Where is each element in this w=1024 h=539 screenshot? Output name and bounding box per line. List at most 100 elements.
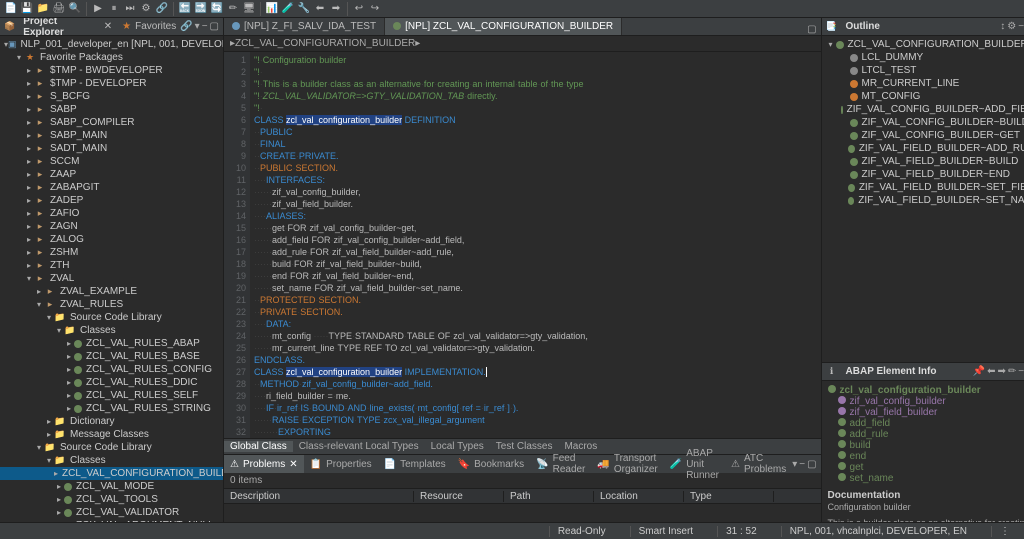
favorite-packages[interactable]: ▾★Favorite Packages xyxy=(0,51,223,64)
class-tab-global-class[interactable]: Global Class xyxy=(224,441,293,452)
package-SADT_MAIN[interactable]: ▸▸SADT_MAIN xyxy=(0,142,223,155)
package-S_BCFG[interactable]: ▸▸S_BCFG xyxy=(0,90,223,103)
project-tree[interactable]: ▾▣NLP_001_developer_en [NPL, 001, DEVELO… xyxy=(0,36,223,522)
package-ZSHM[interactable]: ▸▸ZSHM xyxy=(0,246,223,259)
problems-col-description[interactable]: Description xyxy=(224,491,414,502)
filter-icon[interactable]: ⚙ xyxy=(1007,21,1016,32)
bottom-tab-templates[interactable]: 📄Templates xyxy=(378,455,452,473)
toolbar-button-4[interactable]: 🔍 xyxy=(68,2,82,16)
class-ZCL_VAL_TOOLS[interactable]: ▸ZCL_VAL_TOOLS xyxy=(0,493,223,506)
class-tab-class-relevant-local-types[interactable]: Class-relevant Local Types xyxy=(293,441,425,452)
problems-col-type[interactable]: Type xyxy=(684,491,774,502)
toolbar-button-12[interactable]: 🔄 xyxy=(210,2,224,16)
class-ZCL_VAL_RULES_ABAP[interactable]: ▸ZCL_VAL_RULES_ABAP xyxy=(0,337,223,350)
package-ZABAPGIT[interactable]: ▸▸ZABAPGIT xyxy=(0,181,223,194)
toolbar-button-16[interactable]: 🧪 xyxy=(281,2,295,16)
outline-item-ZIF_VAL_FIELD_BUILDER~SET_FIELD[interactable]: ZIF_VAL_FIELD_BUILDER~SET_FIELD xyxy=(822,181,1024,194)
close-icon[interactable]: ✕ xyxy=(104,21,112,32)
toolbar-button-20[interactable]: ↩ xyxy=(352,2,366,16)
package-$TMP - BWDEVELOPER[interactable]: ▸▸$TMP - BWDEVELOPER xyxy=(0,64,223,77)
favorites-tab[interactable]: Favorites xyxy=(135,21,176,32)
maximize-icon[interactable]: ▢ xyxy=(807,459,816,470)
toolbar-button-5[interactable]: ▶ xyxy=(91,2,105,16)
message-classes-folder[interactable]: ▸📁Message Classes xyxy=(0,428,223,441)
package-ZAGN[interactable]: ▸▸ZAGN xyxy=(0,220,223,233)
package-ZVAL_EXAMPLE[interactable]: ▸▸ZVAL_EXAMPLE xyxy=(0,285,223,298)
bottom-tab-feed-reader[interactable]: 📡Feed Reader xyxy=(530,455,591,473)
toolbar-button-18[interactable]: ⬅ xyxy=(313,2,327,16)
forward-icon[interactable]: ➡ xyxy=(997,366,1005,377)
editor-tab-1[interactable]: [NPL] Z_FI_SALV_IDA_TEST xyxy=(224,18,385,35)
toolbar-button-17[interactable]: 🔧 xyxy=(297,2,311,16)
outline-item-ZIF_VAL_FIELD_BUILDER~ADD_RULE[interactable]: ZIF_VAL_FIELD_BUILDER~ADD_RULE xyxy=(822,142,1024,155)
minimize-icon[interactable]: − xyxy=(1018,21,1024,32)
toolbar-button-6[interactable]: ⏸ xyxy=(107,2,121,16)
package-ZAAP[interactable]: ▸▸ZAAP xyxy=(0,168,223,181)
dictionary-folder[interactable]: ▸📁Dictionary xyxy=(0,415,223,428)
minimize-icon[interactable]: − xyxy=(202,21,208,32)
outline-item-ZIF_VAL_CONFIG_BUILDER~GET[interactable]: ZIF_VAL_CONFIG_BUILDER~GET xyxy=(822,129,1024,142)
class-tab-macros[interactable]: Macros xyxy=(558,441,603,452)
back-icon[interactable]: ⬅ xyxy=(987,366,995,377)
bottom-tab-abap-unit-runner[interactable]: 🧪ABAP Unit Runner xyxy=(664,455,725,473)
maximize-editor-icon[interactable]: ▢ xyxy=(807,24,816,35)
outline-item-ZIF_VAL_FIELD_BUILDER~BUILD[interactable]: ZIF_VAL_FIELD_BUILDER~BUILD xyxy=(822,155,1024,168)
breadcrumb-class[interactable]: ZCL_VAL_CONFIGURATION_BUILDER xyxy=(235,38,415,49)
outline-item-ZIF_VAL_FIELD_BUILDER~END[interactable]: ZIF_VAL_FIELD_BUILDER~END xyxy=(822,168,1024,181)
class-ZCL_VAL_RULES_DDIC[interactable]: ▸ZCL_VAL_RULES_DDIC xyxy=(0,376,223,389)
package-ZTH[interactable]: ▸▸ZTH xyxy=(0,259,223,272)
toolbar-button-8[interactable]: ⚙ xyxy=(139,2,153,16)
bottom-tab-problems[interactable]: ⚠Problems ✕ xyxy=(224,455,304,473)
package-ZVAL[interactable]: ▾▸ZVAL xyxy=(0,272,223,285)
problems-col-location[interactable]: Location xyxy=(594,491,684,502)
code-editor[interactable]: 1234567891011121314151617181920212223242… xyxy=(224,52,821,438)
toolbar-button-10[interactable]: 🔙 xyxy=(178,2,192,16)
package-$TMP - DEVELOPER[interactable]: ▸▸$TMP - DEVELOPER xyxy=(0,77,223,90)
class-ZCL_VAL_RULES_BASE[interactable]: ▸ZCL_VAL_RULES_BASE xyxy=(0,350,223,363)
status-menu-icon[interactable]: ⋮ xyxy=(991,526,1018,537)
toolbar-button-0[interactable]: 📄 xyxy=(4,2,18,16)
problems-col-path[interactable]: Path xyxy=(504,491,594,502)
breadcrumb[interactable]: ▸ ZCL_VAL_CONFIGURATION_BUILDER ▸ xyxy=(224,36,821,52)
package-SABP[interactable]: ▸▸SABP xyxy=(0,103,223,116)
classes-folder[interactable]: ▾📁Classes xyxy=(0,324,223,337)
outline-item-ZIF_VAL_CONFIG_BUILDER~ADD_FIELD[interactable]: ZIF_VAL_CONFIG_BUILDER~ADD_FIELD xyxy=(822,103,1024,116)
view-menu-icon[interactable]: ▾ xyxy=(792,459,797,470)
class-tab-test-classes[interactable]: Test Classes xyxy=(490,441,559,452)
class-ZCL_VAL_CONFIGURATION_BUILDER[interactable]: ▸ZCL_VAL_CONFIGURATION_BUILDER xyxy=(0,467,223,480)
minimize-icon[interactable]: − xyxy=(1018,366,1024,377)
edit-icon[interactable]: ✏ xyxy=(1008,366,1016,377)
toolbar-button-2[interactable]: 📁 xyxy=(36,2,50,16)
problems-col-resource[interactable]: Resource xyxy=(414,491,504,502)
link-with-editor-icon[interactable]: 🔗 xyxy=(180,21,192,32)
toolbar-button-21[interactable]: ↪ xyxy=(368,2,382,16)
outline-item-MT_CONFIG[interactable]: MT_CONFIG xyxy=(822,90,1024,103)
outline-root[interactable]: ▾ZCL_VAL_CONFIGURATION_BUILDER xyxy=(822,38,1024,51)
outline-item-ZIF_VAL_CONFIG_BUILDER~BUILD[interactable]: ZIF_VAL_CONFIG_BUILDER~BUILD xyxy=(822,116,1024,129)
toolbar-button-7[interactable]: ⏭ xyxy=(123,2,137,16)
class-ZCL_VAL_RULES_CONFIG[interactable]: ▸ZCL_VAL_RULES_CONFIG xyxy=(0,363,223,376)
toolbar-button-19[interactable]: ➡ xyxy=(329,2,343,16)
toolbar-button-13[interactable]: ✏ xyxy=(226,2,240,16)
class-ZCL_VAL_MODE[interactable]: ▸ZCL_VAL_MODE xyxy=(0,480,223,493)
package-ZADEP[interactable]: ▸▸ZADEP xyxy=(0,194,223,207)
outline-item-LCL_DUMMY[interactable]: LCL_DUMMY xyxy=(822,51,1024,64)
sort-icon[interactable]: ↕ xyxy=(1000,21,1005,32)
package-SABP_COMPILER[interactable]: ▸▸SABP_COMPILER xyxy=(0,116,223,129)
outline-item-MR_CURRENT_LINE[interactable]: MR_CURRENT_LINE xyxy=(822,77,1024,90)
view-menu-icon[interactable]: ▾ xyxy=(195,21,200,32)
bottom-tab-atc-problems[interactable]: ⚠ATC Problems xyxy=(725,455,792,473)
class-tab-local-types[interactable]: Local Types xyxy=(425,441,490,452)
outline-item-LTCL_TEST[interactable]: LTCL_TEST xyxy=(822,64,1024,77)
package-SCCM[interactable]: ▸▸SCCM xyxy=(0,155,223,168)
classes-folder-2[interactable]: ▾📁Classes xyxy=(0,454,223,467)
outline-tree[interactable]: ▾ZCL_VAL_CONFIGURATION_BUILDERLCL_DUMMYL… xyxy=(822,36,1024,362)
bottom-tab-transport-organizer[interactable]: 🚚Transport Organizer xyxy=(591,455,663,473)
bottom-tab-bookmarks[interactable]: 🔖Bookmarks xyxy=(452,455,530,473)
source-code-library[interactable]: ▾📁Source Code Library xyxy=(0,311,223,324)
pin-icon[interactable]: 📌 xyxy=(973,366,985,377)
toolbar-button-15[interactable]: 📊 xyxy=(265,2,279,16)
toolbar-button-11[interactable]: 🔜 xyxy=(194,2,208,16)
toolbar-button-1[interactable]: 💾 xyxy=(20,2,34,16)
class-ZCL_VAL_RULES_STRING[interactable]: ▸ZCL_VAL_RULES_STRING xyxy=(0,402,223,415)
